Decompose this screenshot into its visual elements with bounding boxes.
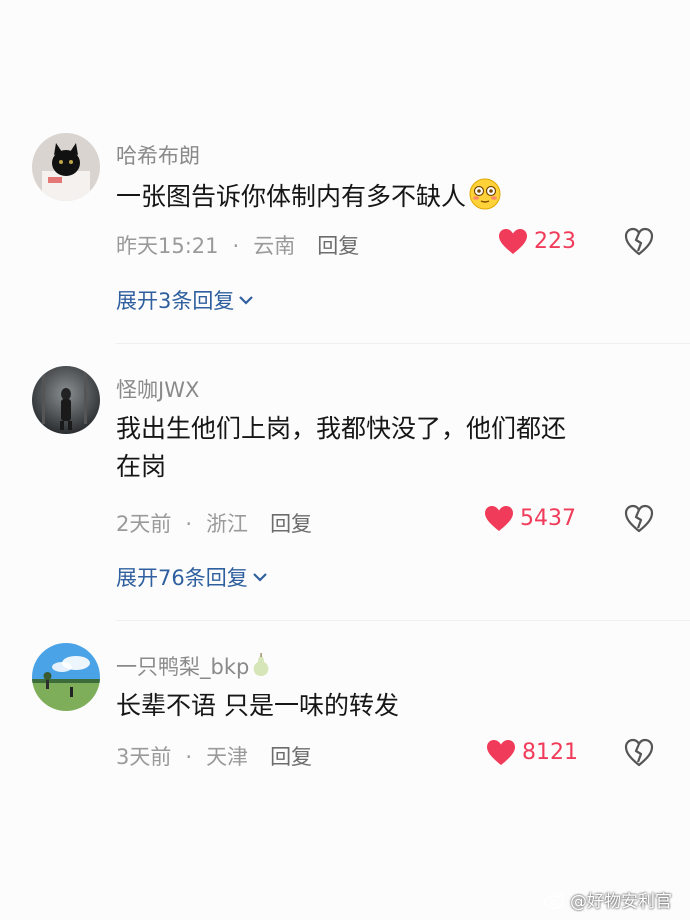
divider: [116, 620, 690, 621]
separator: ·: [185, 512, 193, 536]
avatar[interactable]: [32, 643, 100, 711]
broken-heart-icon: [624, 504, 654, 533]
timestamp: 2天前: [116, 512, 172, 536]
comment-text-content: 一张图告诉你体制内有多不缺人: [116, 182, 467, 211]
chevron-down-icon: [239, 296, 254, 305]
dislike-button[interactable]: [624, 504, 654, 534]
username[interactable]: 怪咖JWX: [116, 374, 199, 404]
comment-meta: 2天前 · 浙江 回复: [116, 508, 312, 538]
heart-icon: [487, 740, 515, 765]
dislike-button[interactable]: [624, 227, 654, 257]
broken-heart-icon: [624, 227, 654, 256]
chevron-down-icon: [252, 573, 267, 582]
weibo-logo-icon: [544, 891, 565, 909]
timestamp: 昨天15:21: [116, 234, 219, 258]
like-button[interactable]: 8121: [486, 739, 578, 766]
like-count: 5437: [520, 506, 576, 531]
timestamp: 3天前: [116, 745, 172, 769]
separator: ·: [232, 234, 240, 258]
avatar[interactable]: [32, 366, 100, 434]
comment-meta: 3天前 · 天津 回复: [116, 741, 312, 771]
username[interactable]: 一只鸭梨_bkp: [116, 651, 271, 681]
separator: ·: [185, 745, 193, 769]
watermark: @好物安利官: [544, 887, 672, 912]
comment-text: 我出生他们上岗，我都快没了，他们都还 在岗: [116, 410, 656, 486]
avatar[interactable]: [32, 133, 100, 201]
comment-text: 一张图告诉你体制内有多不缺人: [116, 177, 656, 216]
comment-meta: 昨天15:21 · 云南 回复: [116, 230, 359, 260]
username-text: 一只鸭梨_bkp: [116, 655, 250, 679]
reply-button[interactable]: 回复: [270, 512, 312, 536]
like-button[interactable]: 223: [498, 228, 576, 255]
like-count: 8121: [522, 740, 578, 765]
location: 浙江: [206, 512, 249, 536]
username[interactable]: 哈希布朗: [116, 140, 200, 170]
expand-replies-link[interactable]: 展开3条回复: [116, 285, 254, 315]
comment-text-line-1: 我出生他们上岗，我都快没了，他们都还: [116, 414, 567, 443]
location: 云南: [253, 234, 296, 258]
pear-icon: [251, 653, 271, 677]
broken-heart-icon: [624, 738, 654, 767]
like-button[interactable]: 5437: [484, 505, 576, 532]
reply-button[interactable]: 回复: [317, 234, 359, 258]
heart-icon: [499, 229, 527, 254]
dislike-button[interactable]: [624, 738, 654, 768]
like-count: 223: [534, 229, 576, 254]
watermark-text: @好物安利官: [570, 892, 672, 912]
comment-text: 长辈不语 只是一味的转发: [116, 691, 399, 720]
expand-replies-link[interactable]: 展开76条回复: [116, 562, 268, 592]
heart-icon: [485, 506, 513, 531]
expand-replies-label: 展开3条回复: [116, 289, 235, 313]
expand-replies-label: 展开76条回复: [116, 566, 248, 590]
location: 天津: [206, 745, 249, 769]
comment-text-line-2: 在岗: [116, 452, 167, 481]
blush-emoji-icon: [468, 177, 502, 211]
reply-button[interactable]: 回复: [270, 745, 312, 769]
divider: [116, 343, 690, 344]
